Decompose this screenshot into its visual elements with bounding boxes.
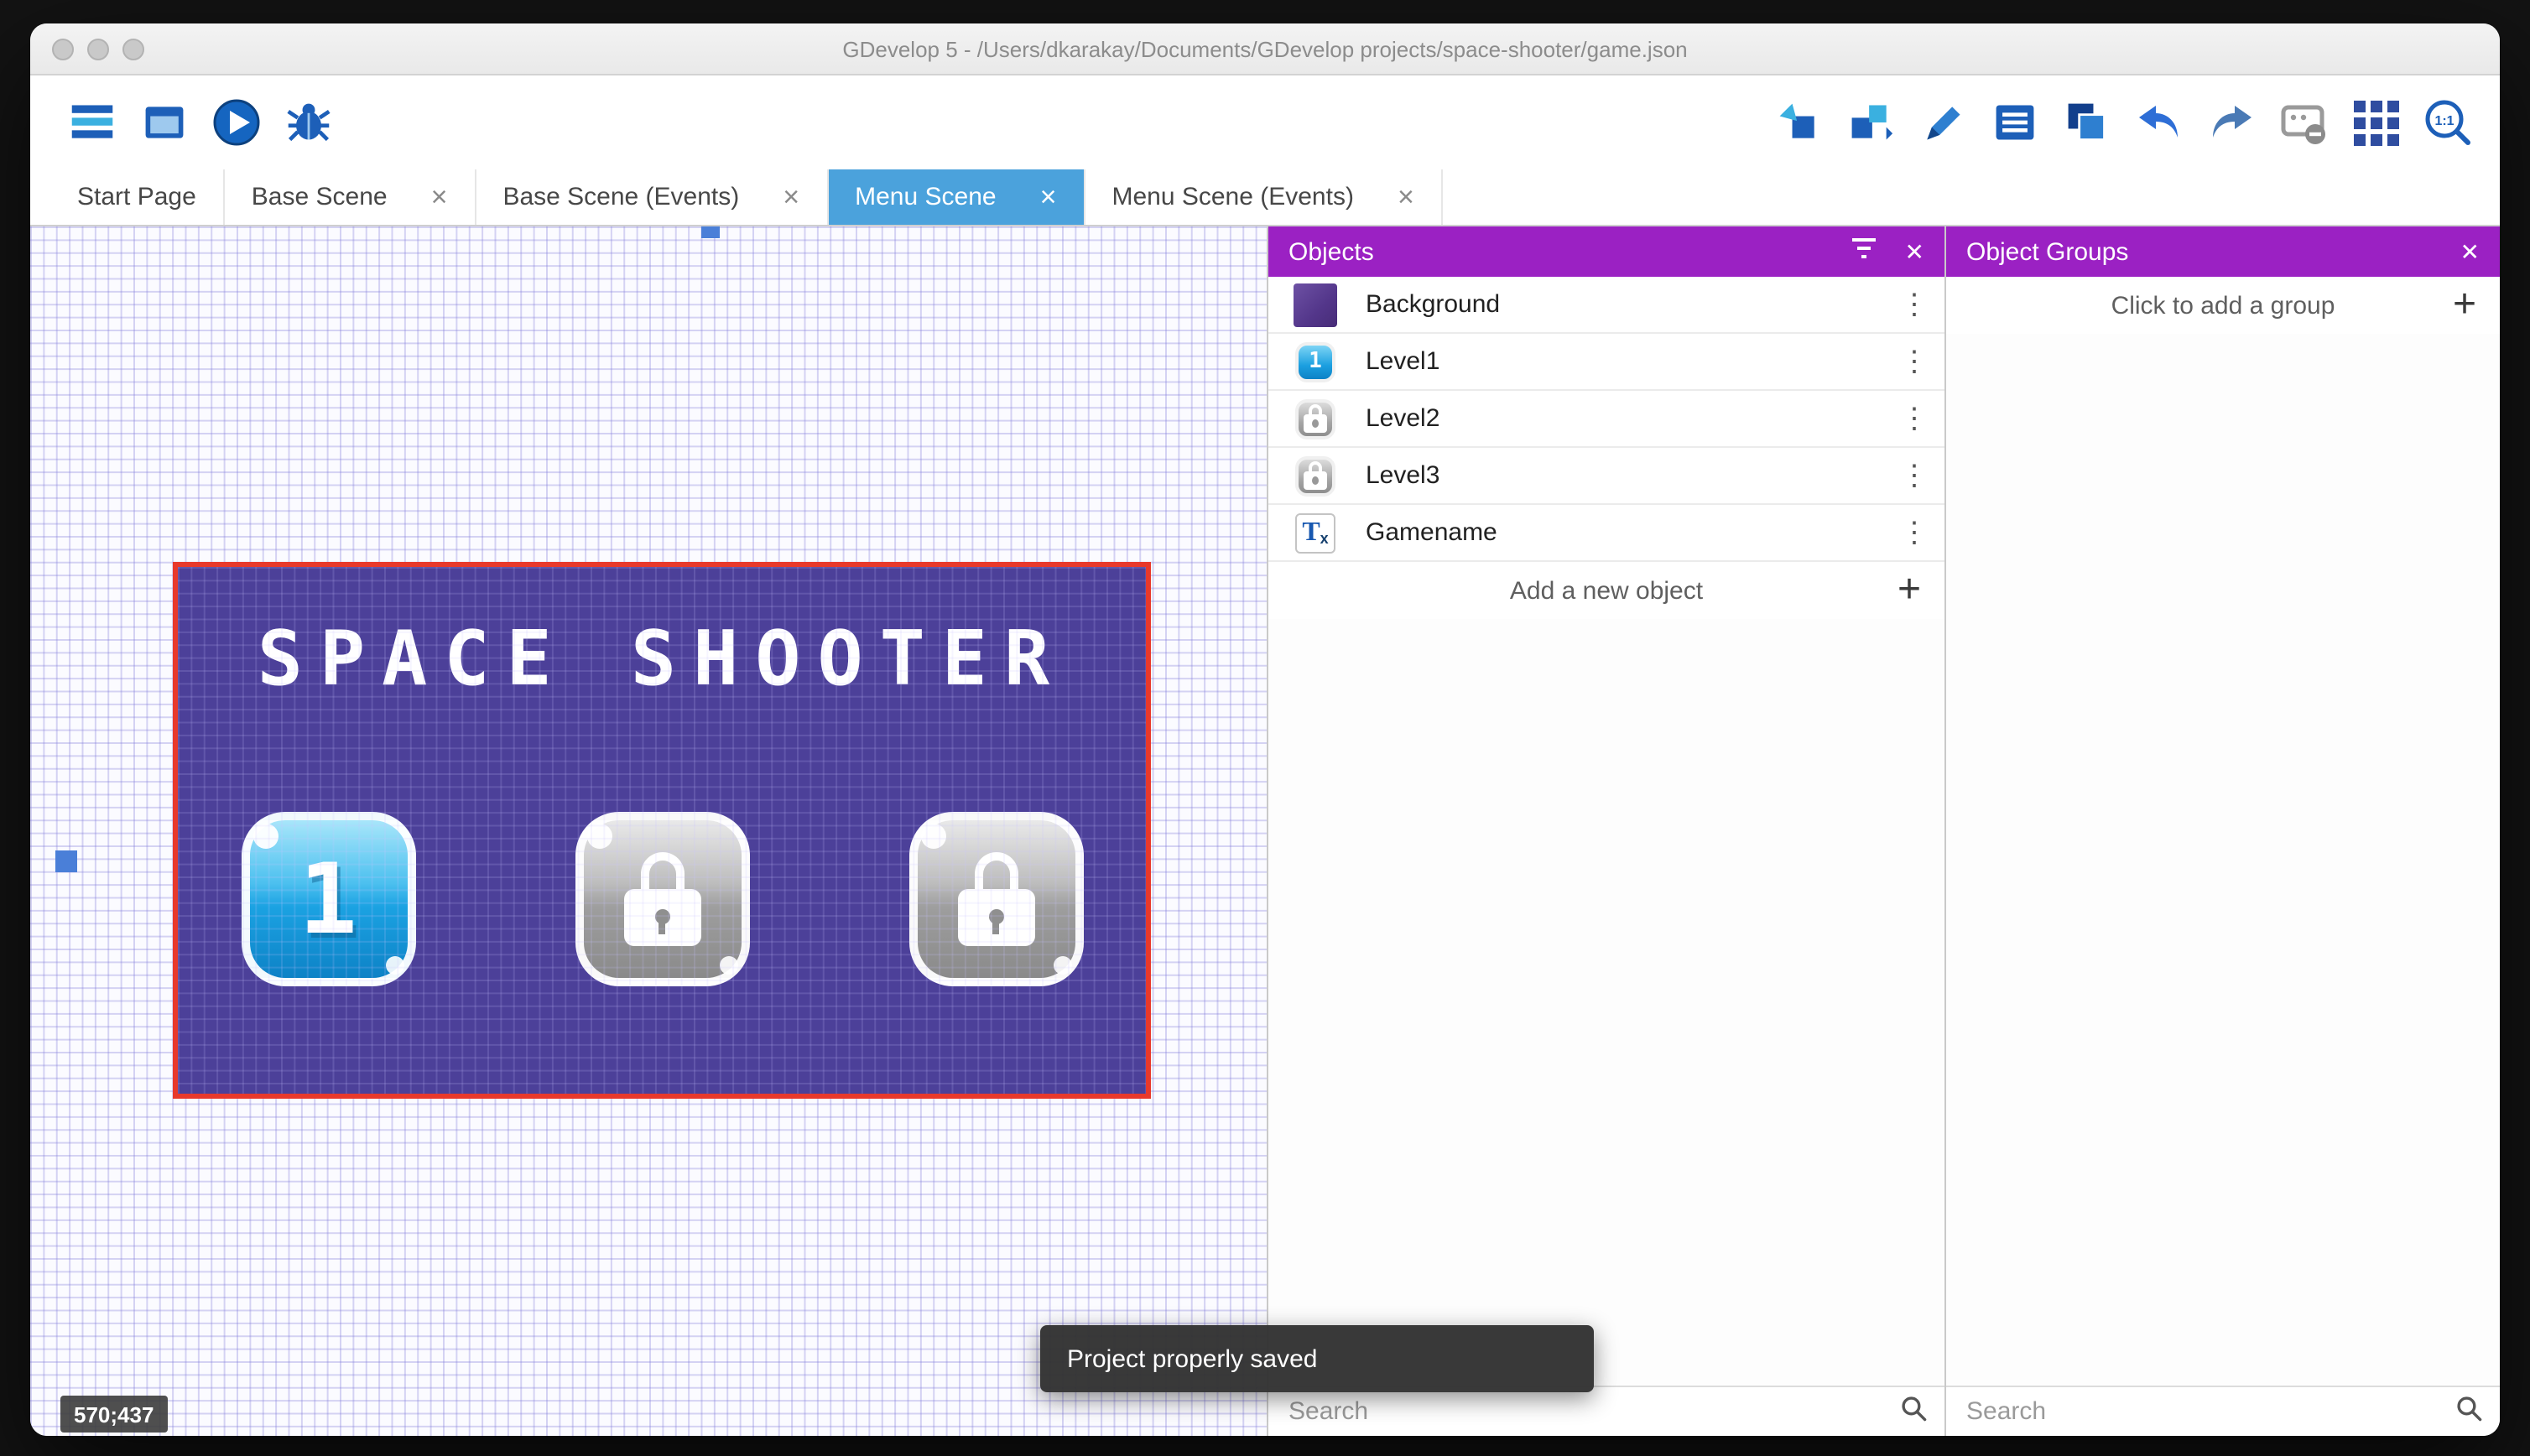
- objects-panel-title: Objects: [1288, 237, 1374, 266]
- object-row-gamename[interactable]: Tx Gamename ⋮: [1268, 505, 1944, 562]
- canvas-handle[interactable]: [701, 226, 720, 238]
- tab-label: Base Scene (Events): [502, 183, 740, 211]
- tab-base-scene-events[interactable]: Base Scene (Events) ×: [476, 169, 829, 225]
- object-row-level2[interactable]: Level2 ⋮: [1268, 391, 1944, 448]
- tab-label: Base Scene: [251, 183, 388, 211]
- object-name: Background: [1366, 290, 1501, 319]
- tab-base-scene[interactable]: Base Scene ×: [225, 169, 476, 225]
- tab-close-icon[interactable]: ×: [431, 183, 448, 211]
- plus-icon[interactable]: +: [1898, 567, 1921, 614]
- save-toast: Project properly saved: [1040, 1325, 1594, 1392]
- lock-icon: [957, 852, 1034, 946]
- debug-bug-icon[interactable]: [284, 97, 334, 148]
- tab-close-icon[interactable]: ×: [1040, 183, 1057, 211]
- level1-number: 1: [299, 842, 357, 956]
- insert-object-icon[interactable]: [1773, 97, 1824, 148]
- level1-button-instance[interactable]: 1: [241, 812, 415, 986]
- text-object-icon: Tx: [1292, 512, 1339, 553]
- level1-button-icon: 1: [1292, 341, 1339, 382]
- tab-start-page[interactable]: Start Page: [50, 169, 225, 225]
- redo-icon[interactable]: [2206, 97, 2257, 148]
- row-menu-button[interactable]: ⋮: [1898, 345, 1931, 378]
- background-swatch-icon: [1292, 283, 1339, 326]
- search-icon: [2455, 1393, 2483, 1430]
- window-title: GDevelop 5 - /Users/dkarakay/Documents/G…: [842, 36, 1688, 61]
- project-manager-icon[interactable]: [67, 97, 117, 148]
- tab-label: Menu Scene: [855, 183, 997, 211]
- object-groups-icon[interactable]: [1845, 97, 1896, 148]
- cursor-coordinates: 570;437: [60, 1396, 168, 1433]
- close-window-button[interactable]: [52, 39, 74, 60]
- lock-icon: [623, 852, 700, 946]
- objects-panel: Objects ✕ Background ⋮ 1 Level1 ⋮ Level2…: [1267, 226, 1944, 1436]
- minimize-window-button[interactable]: [87, 39, 109, 60]
- main-content: SPACE SHOOTER 1 570;437 Objects ✕ Backgr…: [30, 226, 2500, 1436]
- close-icon[interactable]: ✕: [1905, 237, 1924, 266]
- object-groups-list: Click to add a group +: [1946, 277, 2500, 1386]
- tab-label: Start Page: [77, 183, 196, 211]
- level3-locked-button-instance[interactable]: [908, 812, 1083, 986]
- canvas-handle[interactable]: [55, 850, 77, 872]
- window-mask-icon[interactable]: [2278, 97, 2329, 148]
- add-new-object-label: Add a new object: [1509, 576, 1704, 605]
- search-icon: [1899, 1393, 1928, 1430]
- filter-icon[interactable]: [1851, 236, 1878, 268]
- selected-background-instance[interactable]: SPACE SHOOTER 1: [173, 562, 1151, 1099]
- instances-list-icon[interactable]: [1990, 97, 2040, 148]
- tab-label: Menu Scene (Events): [1111, 183, 1354, 211]
- add-group-button[interactable]: Click to add a group +: [1946, 277, 2500, 334]
- desktop-background: GDevelop 5 - /Users/dkarakay/Documents/G…: [0, 0, 2530, 1456]
- add-group-label: Click to add a group: [2111, 291, 2335, 320]
- zoom-1-1-icon[interactable]: 1:1: [2423, 97, 2473, 148]
- tab-bar: Start Page Base Scene × Base Scene (Even…: [30, 169, 2500, 226]
- toolbar: 1:1: [30, 75, 2500, 169]
- object-name: Level2: [1366, 404, 1440, 433]
- groups-search-bar: [1946, 1386, 2500, 1436]
- titlebar: GDevelop 5 - /Users/dkarakay/Documents/G…: [30, 23, 2500, 75]
- preview-play-button[interactable]: [211, 97, 262, 148]
- row-menu-button[interactable]: ⋮: [1898, 402, 1931, 435]
- locked-button-icon: [1292, 455, 1339, 496]
- object-name: Level1: [1366, 347, 1440, 376]
- svg-text:1:1: 1:1: [2434, 114, 2454, 128]
- object-row-level1[interactable]: 1 Level1 ⋮: [1268, 334, 1944, 391]
- tab-menu-scene-events[interactable]: Menu Scene (Events) ×: [1085, 169, 1443, 225]
- undo-icon[interactable]: [2134, 97, 2184, 148]
- objects-list: Background ⋮ 1 Level1 ⋮ Level2 ⋮ Level3 …: [1268, 277, 1944, 1386]
- layers-icon[interactable]: [2062, 97, 2112, 148]
- tab-close-icon[interactable]: ×: [1398, 183, 1414, 211]
- scene-editor-canvas[interactable]: SPACE SHOOTER 1 570;437: [30, 226, 1267, 1436]
- close-icon[interactable]: ✕: [2460, 237, 2480, 266]
- objects-panel-header: Objects ✕: [1268, 226, 1944, 277]
- object-name: Gamename: [1366, 518, 1497, 547]
- row-menu-button[interactable]: ⋮: [1898, 459, 1931, 492]
- window-icon[interactable]: [139, 97, 190, 148]
- objects-search-bar: [1268, 1386, 1944, 1436]
- locked-button-icon: [1292, 398, 1339, 439]
- groups-search-input[interactable]: [1963, 1396, 2441, 1427]
- tab-close-icon[interactable]: ×: [783, 183, 799, 211]
- add-new-object-button[interactable]: Add a new object +: [1268, 562, 1944, 619]
- object-row-level3[interactable]: Level3 ⋮: [1268, 448, 1944, 505]
- object-groups-panel-header: Object Groups ✕: [1946, 226, 2500, 277]
- grid-icon[interactable]: [2350, 97, 2401, 148]
- row-menu-button[interactable]: ⋮: [1898, 516, 1931, 549]
- traffic-lights: [52, 39, 144, 60]
- row-menu-button[interactable]: ⋮: [1898, 288, 1931, 321]
- save-toast-message: Project properly saved: [1067, 1344, 1318, 1373]
- object-groups-panel-title: Object Groups: [1966, 237, 2129, 266]
- object-name: Level3: [1366, 461, 1440, 490]
- object-groups-panel: Object Groups ✕ Click to add a group +: [1944, 226, 2500, 1436]
- level2-locked-button-instance[interactable]: [575, 812, 749, 986]
- object-row-background[interactable]: Background ⋮: [1268, 277, 1944, 334]
- objects-search-input[interactable]: [1285, 1396, 1886, 1427]
- edit-pencil-icon[interactable]: [1918, 97, 1968, 148]
- gdevelop-window: GDevelop 5 - /Users/dkarakay/Documents/G…: [30, 23, 2500, 1436]
- plus-icon[interactable]: +: [2453, 282, 2476, 329]
- scene-title-text-instance[interactable]: SPACE SHOOTER: [178, 614, 1146, 703]
- tab-menu-scene[interactable]: Menu Scene ×: [828, 169, 1085, 225]
- zoom-window-button[interactable]: [122, 39, 144, 60]
- level-buttons-row: 1: [178, 812, 1146, 986]
